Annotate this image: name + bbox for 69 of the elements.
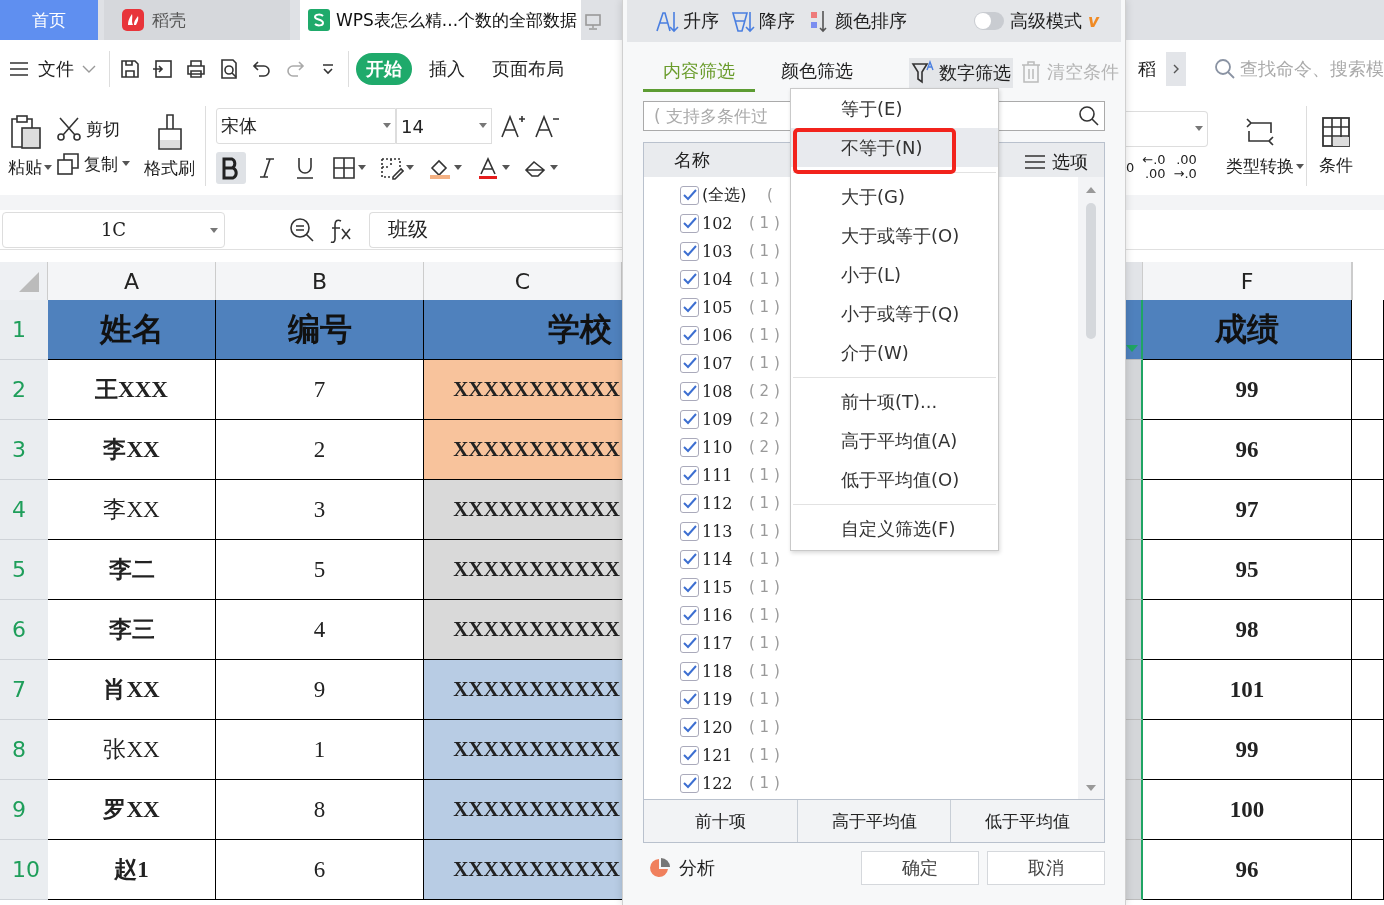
checkbox-label: 122 [702,773,734,793]
table-cell: 李三 [48,600,216,660]
checkbox-label: 118 [702,661,734,681]
count-label: ( 1 ) [749,242,780,260]
table-cell: 王XXX [48,360,216,420]
count-label: ( 1 ) [749,634,780,652]
table-cell: XXXXXXXXXXX [424,840,622,900]
checkbox-label: 107 [702,353,734,373]
count-label: ( 1 ) [749,326,780,344]
checkbox-label: 119 [702,689,734,709]
table-cell: XXXXXXXXXXX [424,660,622,720]
count-label: ( 1 ) [749,578,780,596]
count-label: ( 1 ) [749,550,780,568]
checkbox-label: 106 [702,325,734,345]
checkbox-label: 111 [702,465,734,485]
checkbox-label: 110 [702,437,734,457]
checkbox-label: 120 [702,717,734,737]
checkbox-label: 112 [702,493,734,513]
checkbox-label: 108 [702,381,734,401]
table-cell: 姓名 [48,300,216,360]
checkbox-label: 105 [702,297,734,317]
count-label: ( 1 ) [749,606,780,624]
count-label: ( 1 ) [749,746,780,764]
column-header: 名称 [674,148,710,172]
count-label: ( 1 ) [749,494,780,512]
table-cell: XXXXXXXXXXX [424,600,622,660]
checkbox-label: 114 [702,549,734,569]
table-cell: XXXXXXXXXXX [424,780,622,840]
vip-label: v [1087,11,1099,31]
checkbox-label: 103 [702,241,734,261]
checkbox-label: 104 [702,269,734,289]
table-cell: XXXXXXXXXXX [424,720,622,780]
table-cell: XXXXXXXXXXX [424,480,622,540]
table-cell: XXXXXXXXXXX [424,540,622,600]
checkbox-label: 121 [702,745,734,765]
count-label: ( 2 ) [749,438,780,456]
checkbox-label: 109 [702,409,734,429]
count-label: ( 1 ) [749,466,780,484]
count-label: ( 1 ) [749,662,780,680]
table-cell: 赵1 [48,840,216,900]
count-label: ( 1 ) [749,774,780,792]
table-cell: 李XX [48,480,216,540]
toggle-label: 高级模式 [1009,9,1082,33]
table-cell: 罗XX [48,780,216,840]
count-label: ( 1 ) [749,718,780,736]
table-cell: 李XX [48,420,216,480]
count-label: ( 1 ) [749,522,780,540]
table-cell: 李二 [48,540,216,600]
count-label: ( 2 ) [749,382,780,400]
checkbox-label: 113 [702,521,734,541]
table-cell: 肖XX [48,660,216,720]
count-label: ( 1 ) [749,354,780,372]
checkbox-label: 115 [702,577,734,597]
checkbox-label: 102 [702,213,734,233]
count-label: ( 2 ) [749,410,780,428]
checkbox-label: 116 [702,605,734,625]
count-label: ( 1 ) [749,214,780,232]
table-cell: 张XX [48,720,216,780]
table-cell: 编号 [216,300,424,360]
table-cell: XXXXXXXXXXX [424,360,622,420]
table-cell: XXXXXXXXXXX [424,420,622,480]
checkbox-label: 117 [702,633,734,653]
table-cell: 成绩 [1143,300,1352,360]
table-cell: 学校 [424,300,622,360]
count-label: ( 1 ) [749,270,780,288]
count-label: ( 1 ) [749,690,780,708]
checkbox-label: (全选) [702,184,748,206]
count-label: ( [767,186,773,204]
count-label: ( 1 ) [749,298,780,316]
